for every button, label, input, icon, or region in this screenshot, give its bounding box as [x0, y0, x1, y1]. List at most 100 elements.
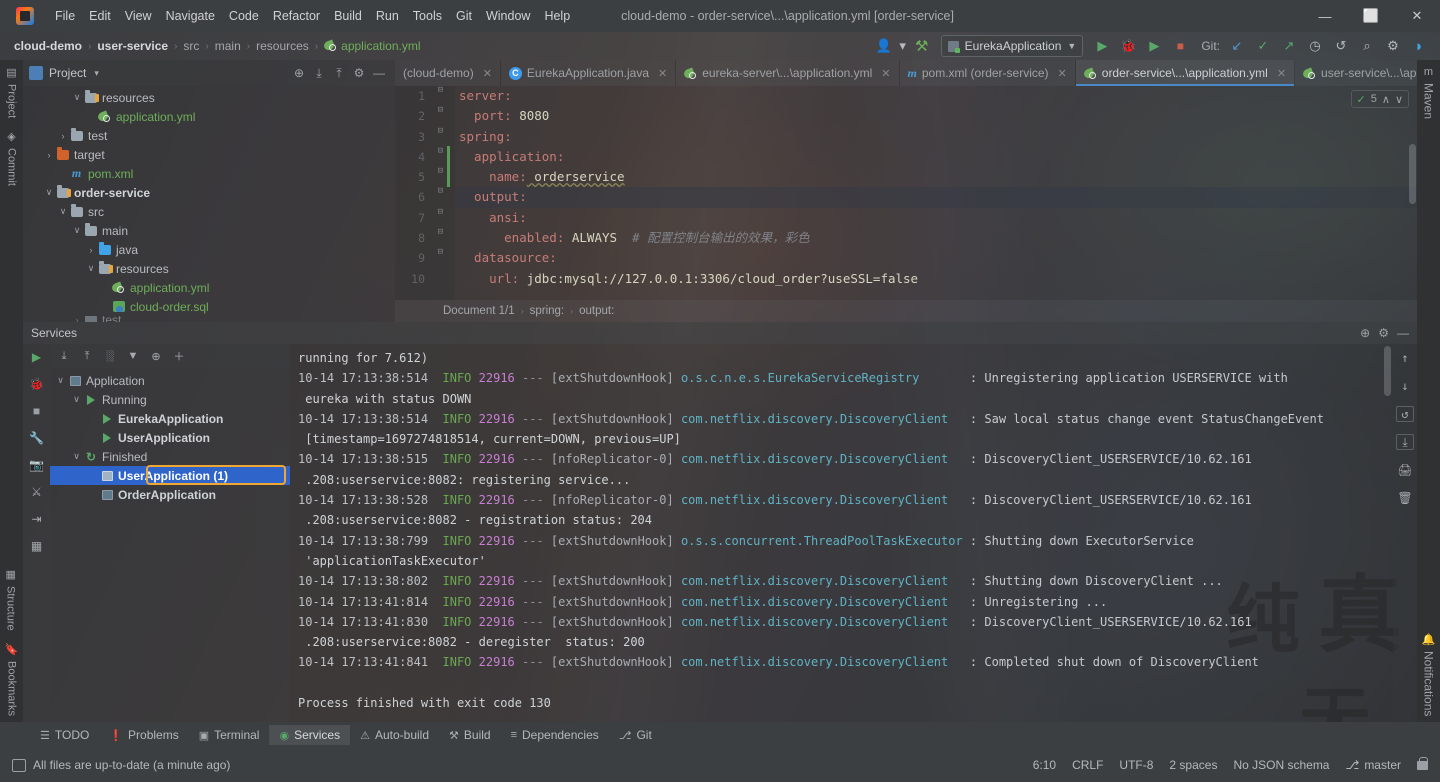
close-icon[interactable]: ✕ — [881, 67, 890, 80]
maximize-button[interactable]: ⬜ — [1348, 0, 1394, 32]
rerun-icon[interactable]: ▶ — [28, 348, 46, 366]
code-line[interactable]: application: — [455, 147, 1417, 167]
stop-icon[interactable]: ■ — [28, 402, 46, 420]
menu-item-tools[interactable]: Tools — [406, 5, 449, 27]
services-tree-row[interactable]: ∨ Running — [50, 390, 290, 409]
services-tree-row[interactable]: EurekaApplication — [50, 409, 290, 428]
line-separator[interactable]: CRLF — [1072, 758, 1103, 772]
menu-item-code[interactable]: Code — [222, 5, 266, 27]
menu-bar[interactable]: File Edit View Navigate Code Refactor Build Run… — [48, 5, 577, 27]
git-branch-widget[interactable]: ⎇ master — [1345, 758, 1401, 772]
prev-problem-icon[interactable]: ∧ — [1382, 93, 1390, 106]
tool-window-button-maven[interactable]: m Maven — [1420, 60, 1438, 125]
menu-item-run[interactable]: Run — [369, 5, 406, 27]
code-line[interactable]: ansi: — [455, 208, 1417, 228]
update-project-icon[interactable]: ↙ — [1224, 35, 1250, 57]
code-fold-icon[interactable]: ⊟ — [434, 106, 443, 115]
menu-item-build[interactable]: Build — [327, 5, 369, 27]
breadcrumb-item-1[interactable]: user-service — [97, 39, 168, 53]
code-line[interactable]: name: orderservice — [455, 167, 1417, 187]
breadcrumb-item-3[interactable]: main — [215, 39, 241, 53]
code-line[interactable]: port: 8080 — [455, 106, 1417, 126]
debug-button[interactable]: 🐞 — [1115, 35, 1141, 57]
scroll-up-icon[interactable]: ↑ — [1396, 350, 1414, 366]
tool-window-tab-terminal[interactable]: ▣ Terminal — [189, 725, 270, 745]
rollback-icon[interactable]: ↺ — [1328, 35, 1354, 57]
close-icon[interactable]: ✕ — [1277, 67, 1286, 80]
code-fold-icon[interactable]: ⊟ — [434, 207, 443, 217]
project-tree-row[interactable]: application.yml — [23, 107, 395, 126]
gear-icon[interactable]: ⚙ — [349, 63, 369, 83]
lock-icon[interactable] — [1417, 756, 1428, 770]
tool-window-tab-problems[interactable]: ❗ Problems — [99, 725, 188, 745]
rerun-debug-icon[interactable]: 🐞 — [28, 375, 46, 393]
chevron-down-icon[interactable]: ∨ — [43, 187, 55, 198]
code-editor[interactable]: 1 ⊟ 2 ⊟ 3 ⊟ 4 ⊟ 5 ⊟ 6 ⊟ 7 ⊟ 8 ⊟ 9 ⊟ 10 server: port: 8080 s… — [395, 86, 1417, 300]
soft-wrap-icon[interactable]: ↺ — [1396, 406, 1414, 422]
console-scrollbar[interactable] — [1384, 346, 1391, 396]
tool-window-tab-build[interactable]: ⚒ Build — [439, 725, 501, 745]
project-tree-row[interactable]: ∨ order-service — [23, 183, 395, 202]
editor-code-content[interactable]: server: port: 8080 spring: application: n… — [455, 86, 1417, 300]
tool-window-tab-auto-build[interactable]: ⚠ Auto-build — [350, 725, 439, 745]
project-tree-row[interactable]: application.yml — [23, 278, 395, 297]
editor-gutter[interactable]: 1 ⊟ 2 ⊟ 3 ⊟ 4 ⊟ 5 ⊟ 6 ⊟ 7 ⊟ 8 ⊟ 9 ⊟ 10 — [395, 86, 455, 300]
settings-wrench-icon[interactable]: 🔧 — [28, 429, 46, 447]
menu-item-navigate[interactable]: Navigate — [159, 5, 222, 27]
code-line[interactable]: datasource: — [455, 248, 1417, 268]
code-line[interactable]: server: — [455, 86, 1417, 106]
breadcrumb-item-4[interactable]: resources — [256, 39, 309, 53]
services-side-action-bar[interactable]: ▶ 🐞 ■ 🔧 📷 ⚔ ⇥ ▦ — [23, 344, 50, 722]
project-file-tree[interactable]: ∨ resources application.yml › test › target m po… — [23, 86, 395, 322]
chevron-down-icon[interactable]: ∨ — [85, 263, 97, 274]
services-tree-row[interactable]: ∨ Application — [50, 371, 290, 390]
editor-tab-bar[interactable]: (cloud-demo) ✕ C EurekaApplication.java ✕ eur… — [395, 60, 1417, 86]
tool-window-button-notifications[interactable]: 🔔 Notifications — [1420, 627, 1438, 722]
project-tree-row[interactable]: › target — [23, 145, 395, 164]
editor-tab-1[interactable]: C EurekaApplication.java ✕ — [501, 60, 677, 86]
layout-icon[interactable]: ▦ — [28, 537, 46, 555]
chevron-down-icon[interactable]: ∨ — [71, 225, 83, 236]
breadcrumb-item-2[interactable]: src — [183, 39, 199, 53]
menu-item-help[interactable]: Help — [537, 5, 577, 27]
editor-breadcrumb-item[interactable]: Document 1/1 — [443, 305, 515, 317]
editor-tab-4[interactable]: order-service\...\application.yml ✕ — [1075, 60, 1296, 86]
chevron-down-icon[interactable]: ∨ — [57, 206, 69, 217]
locate-icon[interactable]: ⊕ — [289, 63, 309, 83]
code-line[interactable]: url: jdbc:mysql://127.0.0.1:3306/cloud_o… — [455, 269, 1417, 289]
settings-gear-icon[interactable]: ⚙ — [1380, 35, 1406, 57]
editor-tab-5[interactable]: user-service\...\application.yml✕ — [1295, 60, 1417, 86]
menu-item-refactor[interactable]: Refactor — [266, 5, 327, 27]
chevron-down-icon[interactable]: ∨ — [70, 394, 83, 405]
screenshot-icon[interactable]: 📷 — [28, 456, 46, 474]
close-icon[interactable]: ✕ — [483, 67, 492, 80]
code-fold-icon[interactable]: ⊟ — [434, 228, 443, 237]
editor-tab-2[interactable]: eureka-server\...\application.yml ✕ — [676, 60, 900, 86]
tool-window-tab-dependencies[interactable]: ≡ Dependencies — [501, 725, 609, 745]
inspection-widget[interactable]: ✓ 5 ∧ ∨ — [1350, 90, 1409, 108]
add-tab-icon[interactable]: ⊕ — [146, 347, 166, 365]
project-tree-row[interactable]: cloud-order.sql — [23, 297, 395, 316]
stop-button[interactable]: ■ — [1167, 35, 1193, 57]
project-tree-row[interactable]: ∨ resources — [23, 88, 395, 107]
indent-setting[interactable]: 2 spaces — [1169, 758, 1217, 772]
add-service-icon[interactable]: ＋ — [169, 347, 189, 365]
code-line[interactable]: output: — [455, 187, 1417, 208]
code-fold-icon[interactable]: ⊟ — [434, 187, 443, 196]
chevron-right-icon[interactable]: › — [43, 150, 55, 160]
close-icon[interactable]: ✕ — [1058, 67, 1067, 80]
tool-window-tab-services[interactable]: ◉ Services — [269, 725, 351, 745]
window-controls[interactable]: — ⬜ ✕ — [1302, 0, 1440, 32]
menu-item-window[interactable]: Window — [479, 5, 537, 27]
code-fold-icon[interactable]: ⊟ — [434, 167, 443, 176]
expand-all-icon[interactable]: ⤓ — [54, 347, 74, 365]
ide-widget-icon[interactable]: ◗ — [1406, 35, 1432, 57]
scroll-down-icon[interactable]: ↓ — [1396, 378, 1414, 394]
services-tree-row[interactable]: ∨ ↻ Finished — [50, 447, 290, 466]
profile-icon[interactable]: 👤 — [871, 35, 897, 57]
chevron-down-icon[interactable]: ▾ — [94, 68, 99, 79]
close-button[interactable]: ✕ — [1394, 0, 1440, 32]
collapse-all-icon[interactable]: ⤒ — [77, 347, 97, 365]
bottom-tool-window-bar[interactable]: ☰ TODO ❗ Problems ▣ Terminal ◉ Services ⚠ Auto-bu… — [0, 722, 1440, 748]
breadcrumb[interactable]: cloud-demo › user-service › src › main › resourc… — [0, 39, 421, 53]
